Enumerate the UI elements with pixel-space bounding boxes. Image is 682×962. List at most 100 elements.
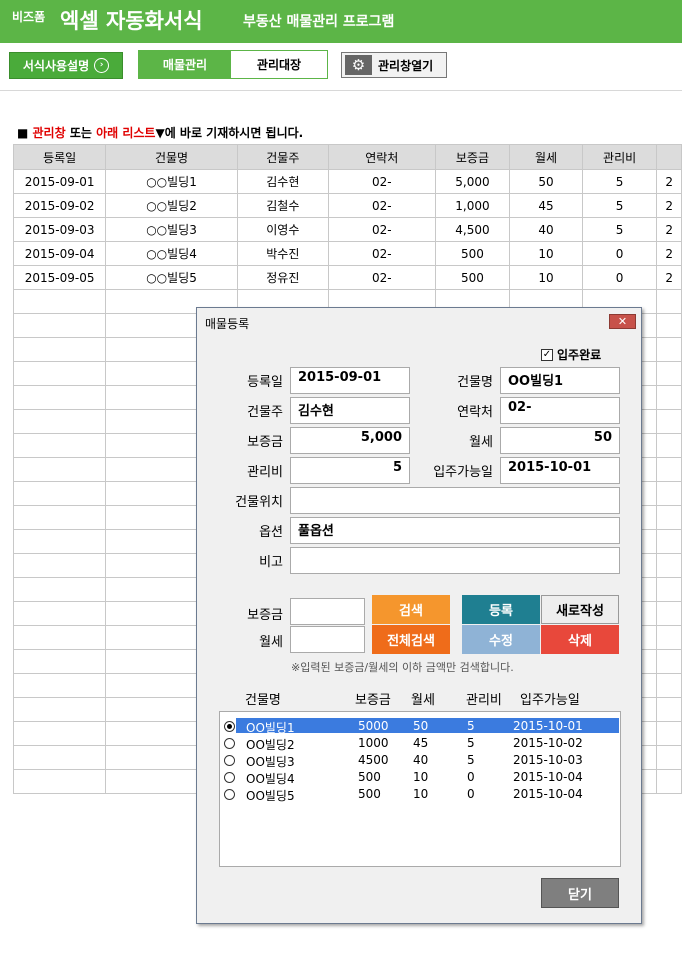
table-cell[interactable] — [12, 505, 107, 530]
table-cell[interactable] — [656, 745, 682, 770]
table-cell[interactable]: 02- — [327, 169, 436, 194]
table-cell[interactable]: 500 — [434, 241, 511, 266]
table-cell[interactable]: 5 — [581, 217, 658, 242]
list-item[interactable]: OO빌딩1 5000 50 5 2015-10-01 — [220, 718, 620, 735]
search-all-button[interactable]: 전체검색 — [372, 625, 450, 654]
table-cell[interactable]: 2 — [656, 169, 682, 194]
table-cell[interactable]: ○○빌딩5 — [105, 265, 238, 290]
radio-icon[interactable] — [224, 772, 235, 783]
table-cell[interactable]: 2 — [656, 265, 682, 290]
list-item[interactable]: OO빌딩3 4500 40 5 2015-10-03 — [220, 752, 620, 769]
open-manager-button[interactable]: ⚙ 관리창열기 — [341, 52, 447, 78]
table-cell[interactable] — [12, 601, 107, 626]
table-cell[interactable]: 50 — [509, 169, 583, 194]
table-cell[interactable]: 정유진 — [236, 265, 329, 290]
table-cell[interactable] — [12, 769, 107, 794]
table-cell[interactable]: 김철수 — [236, 193, 329, 218]
table-cell[interactable]: 이영수 — [236, 217, 329, 242]
table-cell[interactable]: ○○빌딩4 — [105, 241, 238, 266]
new-entry-button[interactable]: 새로작성 — [541, 595, 619, 624]
table-cell[interactable] — [656, 433, 682, 458]
table-cell[interactable]: 45 — [509, 193, 583, 218]
move-in-done-checkbox[interactable]: ✓ 입주완료 — [541, 346, 601, 363]
tab-listing-management[interactable]: 매물관리 — [139, 51, 231, 78]
table-cell[interactable]: 02- — [327, 217, 436, 242]
table-cell[interactable]: 02- — [327, 193, 436, 218]
radio-icon[interactable] — [224, 755, 235, 766]
location-field[interactable] — [290, 487, 620, 514]
table-cell[interactable] — [12, 337, 107, 362]
listing-listbox[interactable]: OO빌딩1 5000 50 5 2015-10-01 OO빌딩2 1000 45 5 2015-1… — [219, 711, 621, 867]
radio-icon[interactable] — [224, 738, 235, 749]
table-cell[interactable] — [12, 625, 107, 650]
table-cell[interactable]: 박수진 — [236, 241, 329, 266]
table-cell[interactable] — [656, 601, 682, 626]
table-cell[interactable] — [12, 409, 107, 434]
radio-icon[interactable] — [224, 721, 235, 732]
table-cell[interactable] — [656, 577, 682, 602]
move-in-date-field[interactable]: 2015-10-01 — [500, 457, 620, 484]
guide-button[interactable]: 서식사용설명 › — [9, 52, 123, 79]
table-cell[interactable] — [656, 457, 682, 482]
table-cell[interactable] — [656, 505, 682, 530]
table-cell[interactable]: 2015-09-02 — [12, 193, 107, 218]
table-cell[interactable]: ○○빌딩1 — [105, 169, 238, 194]
table-cell[interactable]: 김수현 — [236, 169, 329, 194]
delete-button[interactable]: 삭제 — [541, 625, 619, 654]
list-item[interactable]: OO빌딩4 500 10 0 2015-10-04 — [220, 769, 620, 786]
tab-management-ledger[interactable]: 관리대장 — [231, 51, 327, 78]
table-cell[interactable] — [656, 625, 682, 650]
close-icon[interactable]: ✕ — [609, 314, 636, 329]
table-cell[interactable]: 2 — [656, 193, 682, 218]
rent-field[interactable]: 50 — [500, 427, 620, 454]
table-cell[interactable]: 0 — [581, 241, 658, 266]
table-cell[interactable]: 2 — [656, 217, 682, 242]
table-cell[interactable] — [12, 649, 107, 674]
table-cell[interactable] — [12, 553, 107, 578]
table-cell[interactable] — [656, 697, 682, 722]
contact-field[interactable]: 02- — [500, 397, 620, 424]
table-cell[interactable] — [12, 697, 107, 722]
table-cell[interactable] — [656, 409, 682, 434]
table-cell[interactable] — [12, 385, 107, 410]
table-cell[interactable]: 2015-09-04 — [12, 241, 107, 266]
table-cell[interactable] — [656, 529, 682, 554]
fee-field[interactable]: 5 — [290, 457, 410, 484]
table-cell[interactable] — [656, 385, 682, 410]
table-cell[interactable] — [12, 361, 107, 386]
table-cell[interactable] — [656, 481, 682, 506]
list-item[interactable]: OO빌딩5 500 10 0 2015-10-04 — [220, 786, 620, 803]
table-cell[interactable]: 2015-09-03 — [12, 217, 107, 242]
edit-button[interactable]: 수정 — [462, 625, 540, 654]
table-cell[interactable] — [656, 673, 682, 698]
table-cell[interactable] — [656, 289, 682, 314]
building-field[interactable]: OO빌딩1 — [500, 367, 620, 394]
table-cell[interactable] — [12, 577, 107, 602]
table-cell[interactable]: 5 — [581, 169, 658, 194]
table-cell[interactable]: 5 — [581, 193, 658, 218]
table-cell[interactable] — [12, 433, 107, 458]
table-cell[interactable] — [656, 721, 682, 746]
reg-date-field[interactable]: 2015-09-01 — [290, 367, 410, 394]
table-cell[interactable]: 10 — [509, 241, 583, 266]
table-cell[interactable]: ○○빌딩2 — [105, 193, 238, 218]
table-cell[interactable]: 02- — [327, 241, 436, 266]
list-item[interactable]: OO빌딩2 1000 45 5 2015-10-02 — [220, 735, 620, 752]
table-cell[interactable] — [12, 529, 107, 554]
table-cell[interactable]: 4,500 — [434, 217, 511, 242]
table-cell[interactable] — [656, 553, 682, 578]
table-cell[interactable]: 1,000 — [434, 193, 511, 218]
memo-field[interactable] — [290, 547, 620, 574]
search-button[interactable]: 검색 — [372, 595, 450, 624]
close-dialog-button[interactable]: 닫기 — [541, 878, 619, 908]
owner-field[interactable]: 김수현 — [290, 397, 410, 424]
table-cell[interactable] — [12, 745, 107, 770]
table-cell[interactable]: 2015-09-05 — [12, 265, 107, 290]
table-cell[interactable]: ○○빌딩3 — [105, 217, 238, 242]
option-field[interactable]: 풀옵션 — [290, 517, 620, 544]
table-cell[interactable] — [12, 457, 107, 482]
table-cell[interactable] — [12, 481, 107, 506]
table-cell[interactable] — [656, 649, 682, 674]
table-cell[interactable]: 10 — [509, 265, 583, 290]
table-cell[interactable] — [656, 337, 682, 362]
